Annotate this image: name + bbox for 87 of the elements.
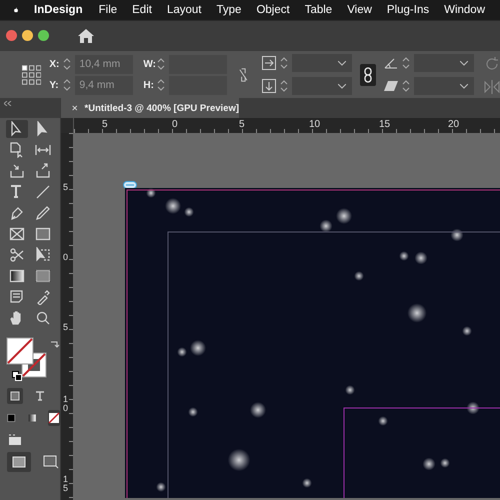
menu-item[interactable]: Plug-Ins: [386, 4, 430, 16]
ruler-label: 0: [63, 253, 69, 262]
apply-none-button[interactable]: [48, 410, 60, 426]
ruler-label: 10: [309, 119, 320, 130]
gradient-feather-icon: [35, 268, 51, 284]
chevron-down-icon: [460, 60, 468, 66]
dropdown-field[interactable]: [414, 77, 474, 95]
zoom-icon: [35, 310, 51, 326]
formatting-text-icon[interactable]: [35, 391, 45, 401]
apply-gradient-icon[interactable]: [28, 412, 36, 424]
none-swatch-icon: [48, 412, 60, 424]
menu-item[interactable]: Table: [304, 4, 332, 16]
formatting-container-button[interactable]: [7, 388, 23, 404]
ruler-label: 10: [63, 395, 69, 413]
pencil-icon: [35, 205, 51, 221]
gap-icon: [35, 142, 51, 158]
ruler-label: 5: [102, 119, 108, 130]
field-label: H:: [143, 80, 154, 90]
page-view-icon: [12, 456, 26, 468]
ruler-label: 15: [63, 475, 69, 493]
menu-item[interactable]: Layout: [166, 4, 202, 16]
chevron-down-icon: [338, 84, 346, 88]
document-tab[interactable]: *Untitled-3 @ 400% [GPU Preview]: [61, 98, 239, 118]
stepper-icon[interactable]: [157, 78, 166, 92]
pen-icon: [9, 205, 25, 221]
rectangle-icon: [35, 226, 51, 242]
stepper-icon[interactable]: [402, 56, 410, 70]
chain-icon: [364, 66, 372, 82]
scale-height-icon: [262, 79, 276, 93]
dropdown-field[interactable]: [292, 77, 352, 95]
menu-item[interactable]: Object: [256, 4, 290, 16]
note-icon: [9, 289, 25, 305]
screen-mode-icon[interactable]: [8, 434, 22, 446]
app-menu[interactable]: InDesign: [34, 4, 83, 16]
stepper-icon[interactable]: [280, 79, 288, 93]
stepper-icon[interactable]: [402, 79, 410, 93]
chevron-down-icon: [460, 84, 468, 88]
menu-item[interactable]: View: [347, 4, 372, 16]
scissors-icon: [9, 247, 25, 263]
shear-angle-icon: [384, 80, 398, 92]
menu-item[interactable]: Type: [216, 4, 242, 16]
selection-tool[interactable]: [6, 120, 28, 138]
menu-item[interactable]: File: [98, 4, 118, 16]
ruler-label: 0: [172, 119, 178, 130]
minimize-window-button[interactable]: [22, 30, 33, 41]
swap-arrow-icon[interactable]: [50, 339, 60, 349]
dropdown-field[interactable]: [292, 54, 352, 72]
link-badge-icon: [123, 181, 137, 189]
stepper-icon[interactable]: [63, 57, 72, 71]
stepper-icon[interactable]: [63, 78, 72, 92]
ruler-label: 20: [448, 119, 460, 130]
field-label: W:: [143, 58, 154, 70]
broken-chain-icon[interactable]: [239, 66, 248, 84]
collapse-panel-icon[interactable]: [4, 101, 12, 106]
stepper-icon[interactable]: [157, 57, 166, 71]
ruler-label: 15: [379, 119, 390, 130]
gradient-icon: [9, 268, 25, 284]
ruler-label: 5: [239, 119, 245, 130]
home-icon[interactable]: [78, 28, 94, 42]
default-colors-icon[interactable]: [12, 371, 22, 381]
square-frame-icon: [10, 391, 20, 401]
rotation-angle-icon: [384, 57, 398, 69]
normal-view-button[interactable]: [7, 452, 31, 472]
preview-mode-icon[interactable]: [43, 455, 59, 469]
menu-item[interactable]: Window: [444, 4, 485, 16]
scale-width-icon: [262, 56, 276, 70]
close-icon[interactable]: [72, 104, 78, 112]
ruler-label: 5: [63, 323, 69, 332]
transform-icon: [35, 247, 51, 263]
field-label: X:: [49, 58, 60, 70]
content-placer-icon: [35, 163, 51, 179]
line-icon: [35, 184, 51, 200]
zoom-window-button[interactable]: [38, 30, 49, 41]
constrain-proportions-button[interactable]: [360, 64, 376, 86]
chevron-down-icon: [338, 60, 346, 66]
field-label: Y:: [49, 80, 60, 90]
stepper-icon[interactable]: [280, 56, 288, 70]
reference-point-icon[interactable]: [22, 64, 42, 86]
ruler-label: 5: [63, 183, 69, 192]
apply-color-icon[interactable]: [7, 412, 16, 424]
page-icon: [9, 142, 25, 158]
menu-item[interactable]: Edit: [132, 4, 152, 16]
close-window-button[interactable]: [6, 30, 17, 41]
frame-icon: [9, 226, 25, 242]
content-collector-icon: [9, 163, 25, 179]
eyedropper-icon: [35, 289, 51, 305]
dropdown-field[interactable]: [414, 54, 474, 72]
